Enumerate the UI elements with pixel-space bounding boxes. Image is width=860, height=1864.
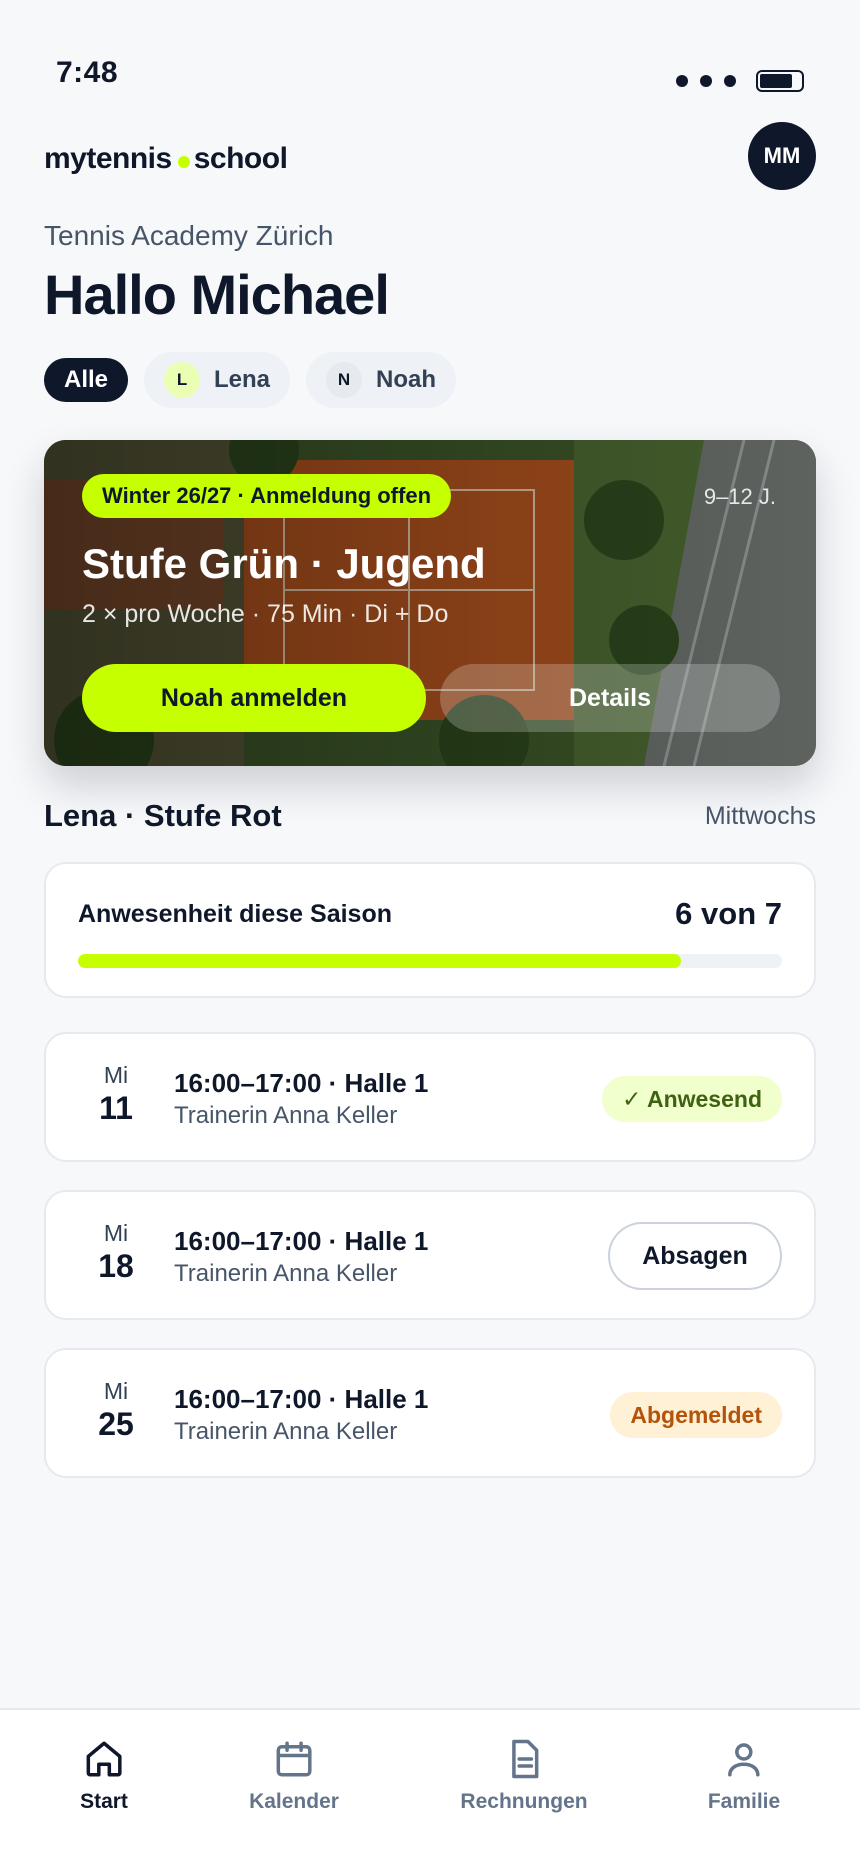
session-coach: Trainerin Anna Keller [174, 1102, 398, 1129]
calendar-icon [276, 1741, 312, 1777]
bottom-nav: Start Kalender Rechnungen Familie [0, 1708, 860, 1864]
session-date: 11 [99, 1090, 133, 1126]
filter-chip-lena[interactable]: L Lena [144, 352, 291, 408]
course-details: 2 × pro Woche · 75 Min · Di + Do [82, 600, 449, 628]
session-coach: Trainerin Anna Keller [174, 1260, 398, 1287]
course-title: Stufe Grün · Jugend [82, 540, 486, 587]
cancel-session-button[interactable]: Absagen [608, 1222, 782, 1290]
attendance-value: 6 von 7 [675, 896, 782, 931]
nav-label: Start [80, 1790, 128, 1813]
session-card[interactable]: Mi 11 16:00–17:00 · Halle 1 Trainerin An… [44, 1032, 816, 1162]
person-icon [728, 1743, 760, 1777]
session-card[interactable]: Mi 18 16:00–17:00 · Halle 1 Trainerin An… [44, 1190, 816, 1320]
nav-label: Familie [707, 1790, 781, 1813]
status-time: 7:48 [56, 56, 119, 89]
promo-card: Winter 26/27 · Anmeldung offen 9–12 J. S… [44, 440, 816, 766]
document-icon [511, 1739, 538, 1779]
brand-right: school [193, 142, 288, 175]
section-title: Lena · Stufe Rot [44, 798, 282, 833]
signal-dot-icon [724, 75, 736, 87]
details-button[interactable]: Details [440, 664, 780, 732]
chip-label: Noah [376, 366, 437, 393]
filter-chip-all[interactable]: Alle [44, 358, 129, 402]
attendance-progress [78, 954, 782, 968]
session-time: 16:00–17:00 · Halle 1 [174, 1226, 429, 1256]
status-icons [676, 70, 804, 92]
register-button[interactable]: Noah anmelden [82, 664, 426, 732]
session-date: 25 [98, 1406, 134, 1442]
session-time: 16:00–17:00 · Halle 1 [174, 1384, 429, 1414]
app-screen: 7:48 mytennis school MM Tennis Academy Z… [0, 0, 860, 1864]
age-range: 9–12 J. [703, 484, 776, 509]
section-schedule: Mittwochs [704, 802, 816, 830]
attendance-label: Anwesenheit diese Saison [78, 900, 392, 928]
avatar[interactable]: MM [748, 122, 816, 190]
nav-item-start[interactable]: Start [80, 1738, 128, 1814]
home-icon [86, 1741, 122, 1777]
session-card[interactable]: Mi 25 16:00–17:00 · Halle 1 Trainerin An… [44, 1348, 816, 1478]
status-badge: Winter 26/27 · Anmeldung offen [82, 474, 452, 518]
status-badge-present: ✓ Anwesend [602, 1076, 782, 1122]
brand-logo: mytennis school [44, 142, 288, 176]
brand-dot-icon [177, 156, 190, 168]
signal-dot-icon [676, 75, 688, 87]
nav-label: Kalender [249, 1790, 339, 1813]
battery-icon [756, 70, 804, 92]
attendance-progress-fill [78, 954, 682, 968]
nav-item-invoices[interactable]: Rechnungen [460, 1738, 588, 1814]
nav-item-calendar[interactable]: Kalender [249, 1738, 339, 1814]
academy-name: Tennis Academy Zürich [44, 220, 334, 251]
session-weekday: Mi [103, 1062, 129, 1088]
attendance-card: Anwesenheit diese Saison 6 von 7 [44, 862, 816, 998]
chip-initial: L [164, 362, 201, 398]
nav-item-family[interactable]: Familie [708, 1738, 780, 1814]
chip-label: Lena [214, 366, 271, 393]
session-weekday: Mi [103, 1220, 129, 1246]
chip-initial: N [326, 362, 363, 398]
session-date: 18 [98, 1248, 134, 1284]
filter-chips: Alle L Lena N Noah [44, 352, 457, 408]
signal-dot-icon [700, 75, 712, 87]
nav-label: Rechnungen [460, 1790, 588, 1813]
session-time: 16:00–17:00 · Halle 1 [174, 1068, 429, 1098]
status-badge-cancelled: Abgemeldet [610, 1392, 782, 1438]
filter-chip-noah[interactable]: N Noah [306, 352, 457, 408]
page-title: Hallo Michael [44, 263, 390, 326]
session-coach: Trainerin Anna Keller [174, 1418, 398, 1445]
brand-left: mytennis [44, 142, 172, 175]
session-weekday: Mi [103, 1378, 129, 1404]
